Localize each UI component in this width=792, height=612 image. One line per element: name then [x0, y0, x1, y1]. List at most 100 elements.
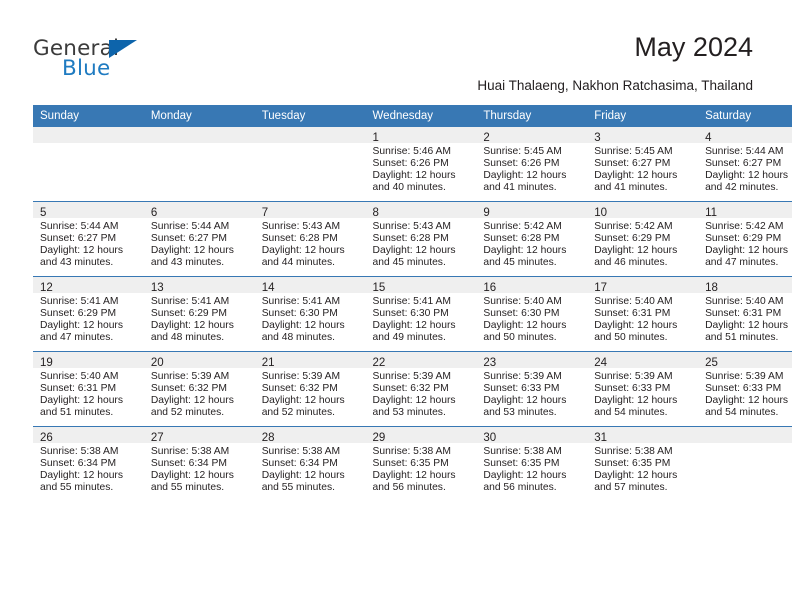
calendar-day-cell[interactable]: 5 Sunrise: 5:44 AM Sunset: 6:27 PM Daylight… — [33, 201, 144, 277]
day-cell-inner: 28 Sunrise: 5:38 AM Sunset: 6:34 PM Dayligh… — [254, 427, 366, 501]
sunset-text: Sunset: 6:27 PM — [150, 233, 227, 245]
sunrise-text: Sunrise: 5:45 AM — [594, 146, 673, 157]
day-number-band — [33, 127, 144, 143]
day-cell-inner: 7 Sunrise: 5:43 AM Sunset: 6:28 PM Daylight… — [254, 202, 366, 276]
day-cell-inner: 18 Sunrise: 5:40 AM Sunset: 6:31 PM Dayligh… — [698, 277, 792, 351]
day-number-band: 24 — [587, 352, 699, 369]
day-number: 18 — [705, 282, 718, 294]
calendar-day-cell[interactable]: 8 Sunrise: 5:43 AM Sunset: 6:28 PM Daylight… — [365, 201, 477, 277]
calendar-day-cell[interactable]: 18 Sunrise: 5:40 AM Sunset: 6:31 PM Dayligh… — [698, 276, 792, 352]
calendar-week-row: 5 Sunrise: 5:44 AM Sunset: 6:27 PM Daylight… — [33, 201, 792, 277]
calendar-day-cell[interactable]: 19 Sunrise: 5:40 AM Sunset: 6:31 PM Dayligh… — [33, 351, 144, 427]
calendar-day-cell[interactable]: 30 Sunrise: 5:38 AM Sunset: 6:35 PM Dayligh… — [476, 426, 588, 501]
calendar-day-cell[interactable]: 29 Sunrise: 5:38 AM Sunset: 6:35 PM Dayligh… — [365, 426, 477, 501]
day-cell-inner — [698, 427, 792, 501]
calendar-day-cell[interactable]: 3 Sunrise: 5:45 AM Sunset: 6:27 PM Daylight… — [587, 127, 699, 202]
calendar-day-cell[interactable]: 2 Sunrise: 5:45 AM Sunset: 6:26 PM Daylight… — [476, 127, 588, 202]
sunset-text: Sunset: 6:34 PM — [150, 458, 227, 470]
weekday-header-tuesday: Tuesday — [254, 105, 366, 127]
day-number: 4 — [705, 132, 712, 144]
daylight-text-line2: and 50 minutes. — [594, 332, 668, 344]
daylight-text-line1: Daylight: 12 hours — [40, 470, 123, 482]
daylight-text-line1: Daylight: 12 hours — [594, 245, 678, 257]
daylight-text-line2: and 46 minutes. — [594, 257, 668, 269]
calendar-day-cell[interactable]: 11 Sunrise: 5:42 AM Sunset: 6:29 PM Dayligh… — [698, 201, 792, 277]
page-title: May 2024 — [634, 32, 753, 62]
day-sun-info: Sunrise: 5:44 AM Sunset: 6:27 PM Daylight:… — [144, 218, 255, 269]
calendar-day-cell[interactable]: 12 Sunrise: 5:41 AM Sunset: 6:29 PM Dayligh… — [33, 276, 144, 352]
sunrise-text: Sunrise: 5:38 AM — [372, 446, 451, 457]
calendar-day-cell[interactable]: 26 Sunrise: 5:38 AM Sunset: 6:34 PM Dayligh… — [33, 426, 144, 501]
daylight-text-line1: Daylight: 12 hours — [594, 320, 678, 332]
calendar-day-cell[interactable]: 16 Sunrise: 5:40 AM Sunset: 6:30 PM Dayligh… — [476, 276, 588, 352]
calendar-day-cell[interactable]: 6 Sunrise: 5:44 AM Sunset: 6:27 PM Daylight… — [143, 201, 255, 277]
calendar-day-cell[interactable]: 13 Sunrise: 5:41 AM Sunset: 6:29 PM Dayligh… — [143, 276, 255, 352]
day-sun-info: Sunrise: 5:44 AM Sunset: 6:27 PM Daylight:… — [698, 143, 792, 194]
calendar-day-cell[interactable]: 23 Sunrise: 5:39 AM Sunset: 6:33 PM Dayligh… — [476, 351, 588, 427]
page-subtitle: Huai Thalaeng, Nakhon Ratchasima, Thaila… — [477, 78, 753, 93]
daylight-text-line2: and 53 minutes. — [483, 407, 557, 419]
sunset-text: Sunset: 6:35 PM — [594, 458, 671, 470]
daylight-text-line2: and 52 minutes. — [150, 407, 225, 419]
calendar-day-cell[interactable]: 15 Sunrise: 5:41 AM Sunset: 6:30 PM Dayligh… — [365, 276, 477, 352]
day-number: 7 — [261, 207, 269, 219]
calendar-day-cell[interactable]: 1 Sunrise: 5:46 AM Sunset: 6:26 PM Daylight… — [365, 127, 477, 202]
day-number: 25 — [705, 357, 718, 369]
calendar-day-cell[interactable]: 14 Sunrise: 5:41 AM Sunset: 6:30 PM Dayligh… — [254, 276, 366, 352]
day-number: 22 — [372, 357, 386, 369]
daylight-text-line2: and 40 minutes. — [372, 182, 446, 194]
day-sun-info: Sunrise: 5:38 AM Sunset: 6:35 PM Daylight:… — [476, 443, 587, 494]
sunset-text: Sunset: 6:35 PM — [483, 458, 560, 470]
calendar-day-cell[interactable]: 7 Sunrise: 5:43 AM Sunset: 6:28 PM Daylight… — [254, 201, 366, 277]
calendar-day-cell[interactable]: 20 Sunrise: 5:39 AM Sunset: 6:32 PM Dayligh… — [143, 351, 255, 427]
daylight-text-line1: Daylight: 12 hours — [594, 395, 678, 407]
calendar-day-cell[interactable]: 27 Sunrise: 5:38 AM Sunset: 6:34 PM Dayligh… — [143, 426, 255, 501]
sunset-text: Sunset: 6:33 PM — [705, 383, 782, 395]
day-number: 17 — [594, 282, 608, 294]
calendar-container: Sunday Monday Tuesday Wednesday Thursday Frid… — [33, 105, 792, 501]
day-cell-inner: 26 Sunrise: 5:38 AM Sunset: 6:34 PM Dayligh… — [33, 427, 144, 501]
day-sun-info: Sunrise: 5:39 AM Sunset: 6:33 PM Daylight:… — [698, 368, 792, 419]
day-cell-inner: 16 Sunrise: 5:40 AM Sunset: 6:30 PM Dayligh… — [476, 277, 588, 351]
day-number-band: 21 — [254, 352, 366, 369]
sunset-text: Sunset: 6:30 PM — [372, 308, 449, 320]
brand-logo[interactable]: General Blue — [33, 36, 213, 88]
day-number-band: 23 — [476, 352, 588, 369]
calendar-day-cell[interactable]: 28 Sunrise: 5:38 AM Sunset: 6:34 PM Dayligh… — [254, 426, 366, 501]
day-sun-info: Sunrise: 5:41 AM Sunset: 6:29 PM Daylight:… — [144, 293, 255, 344]
day-number-band: 19 — [33, 352, 144, 369]
sunset-text: Sunset: 6:28 PM — [261, 233, 338, 245]
calendar-day-cell[interactable]: 22 Sunrise: 5:39 AM Sunset: 6:32 PM Dayligh… — [365, 351, 477, 427]
day-cell-inner: 1 Sunrise: 5:46 AM Sunset: 6:26 PM Daylight… — [365, 127, 477, 201]
sunset-text: Sunset: 6:29 PM — [40, 308, 117, 320]
calendar-cell-empty — [254, 127, 366, 202]
calendar-day-cell[interactable]: 31 Sunrise: 5:38 AM Sunset: 6:35 PM Dayligh… — [587, 426, 699, 501]
sunrise-text: Sunrise: 5:44 AM — [705, 146, 784, 157]
calendar-day-cell[interactable]: 17 Sunrise: 5:40 AM Sunset: 6:31 PM Dayligh… — [587, 276, 699, 352]
calendar-day-cell[interactable]: 9 Sunrise: 5:42 AM Sunset: 6:28 PM Daylight… — [476, 201, 588, 277]
sunset-text: Sunset: 6:34 PM — [261, 458, 338, 470]
calendar-day-cell[interactable]: 25 Sunrise: 5:39 AM Sunset: 6:33 PM Dayligh… — [698, 351, 792, 427]
daylight-text-line1: Daylight: 12 hours — [483, 245, 567, 257]
weekday-header-wednesday: Wednesday — [365, 105, 477, 127]
day-cell-inner: 6 Sunrise: 5:44 AM Sunset: 6:27 PM Daylight… — [143, 202, 255, 276]
day-number: 14 — [261, 282, 275, 294]
calendar-day-cell[interactable]: 24 Sunrise: 5:39 AM Sunset: 6:33 PM Dayligh… — [587, 351, 699, 427]
calendar-day-cell[interactable]: 10 Sunrise: 5:42 AM Sunset: 6:29 PM Dayligh… — [587, 201, 699, 277]
day-number-band: 6 — [143, 202, 255, 219]
daylight-text-line1: Daylight: 12 hours — [705, 170, 789, 182]
daylight-text-line1: Daylight: 12 hours — [261, 395, 345, 407]
calendar-day-cell[interactable]: 4 Sunrise: 5:44 AM Sunset: 6:27 PM Daylight… — [698, 127, 792, 202]
day-sun-info: Sunrise: 5:40 AM Sunset: 6:30 PM Daylight:… — [476, 293, 587, 344]
sunrise-text: Sunrise: 5:40 AM — [705, 296, 784, 307]
sunrise-text: Sunrise: 5:41 AM — [40, 296, 119, 307]
day-number-band: 7 — [254, 202, 366, 219]
sunrise-text: Sunrise: 5:38 AM — [40, 446, 119, 457]
daylight-text-line2: and 45 minutes. — [483, 257, 557, 269]
day-sun-info: Sunrise: 5:41 AM Sunset: 6:30 PM Daylight:… — [255, 293, 366, 344]
day-cell-inner: 27 Sunrise: 5:38 AM Sunset: 6:34 PM Dayligh… — [143, 427, 255, 501]
day-number-band: 4 — [698, 127, 792, 144]
daylight-text-line2: and 51 minutes. — [40, 407, 114, 419]
day-number: 31 — [594, 432, 608, 444]
calendar-day-cell[interactable]: 21 Sunrise: 5:39 AM Sunset: 6:32 PM Dayligh… — [254, 351, 366, 427]
